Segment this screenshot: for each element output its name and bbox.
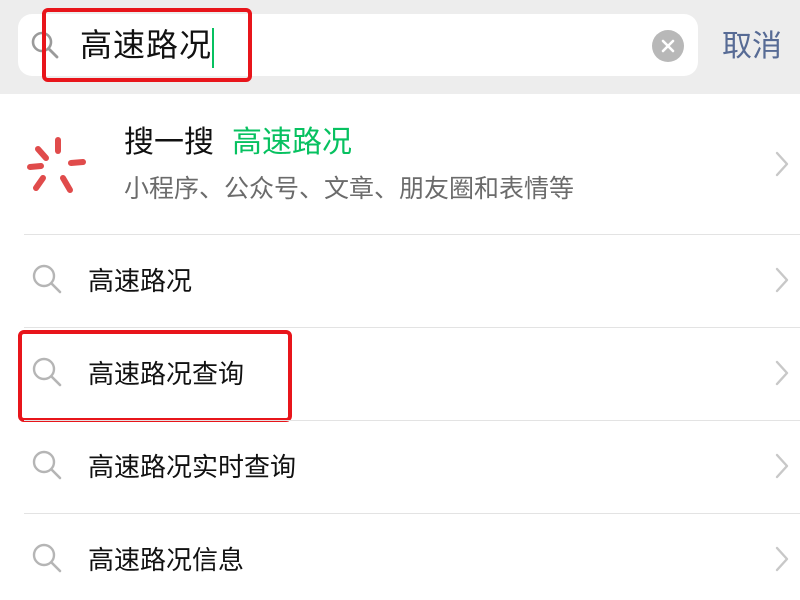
chevron-right-icon xyxy=(775,360,789,386)
chevron-right-icon xyxy=(775,267,789,293)
sousou-title: 搜一搜 高速路况 xyxy=(124,121,352,165)
search-icon xyxy=(32,357,62,387)
search-icon xyxy=(32,450,62,480)
suggestion-label: 高速路况查询 xyxy=(88,360,245,390)
chevron-right-icon xyxy=(775,546,789,572)
search-icon xyxy=(32,264,62,294)
search-bar: 高速路况 取消 xyxy=(0,0,800,94)
sousou-icon xyxy=(27,137,86,193)
sousou-keyword: 高速路况 xyxy=(232,125,352,160)
suggestion-label: 高速路况信息 xyxy=(88,546,245,576)
text-caret xyxy=(212,28,214,68)
clear-icon xyxy=(661,39,675,53)
suggestion-label: 高速路况实时查询 xyxy=(88,453,297,483)
sousou-subtitle: 小程序、公众号、文章、朋友圈和表情等 xyxy=(124,174,575,203)
search-icon xyxy=(31,31,59,59)
search-icon xyxy=(32,543,62,573)
clear-button[interactable] xyxy=(652,30,684,62)
suggestion-label: 高速路况 xyxy=(88,267,193,297)
sousou-row[interactable] xyxy=(0,94,800,234)
chevron-right-icon xyxy=(775,151,789,177)
sousou-label: 搜一搜 xyxy=(124,125,214,160)
chevron-right-icon xyxy=(775,453,789,479)
cancel-button[interactable]: 取消 xyxy=(722,24,782,70)
search-query-text[interactable]: 高速路况 xyxy=(80,20,212,70)
